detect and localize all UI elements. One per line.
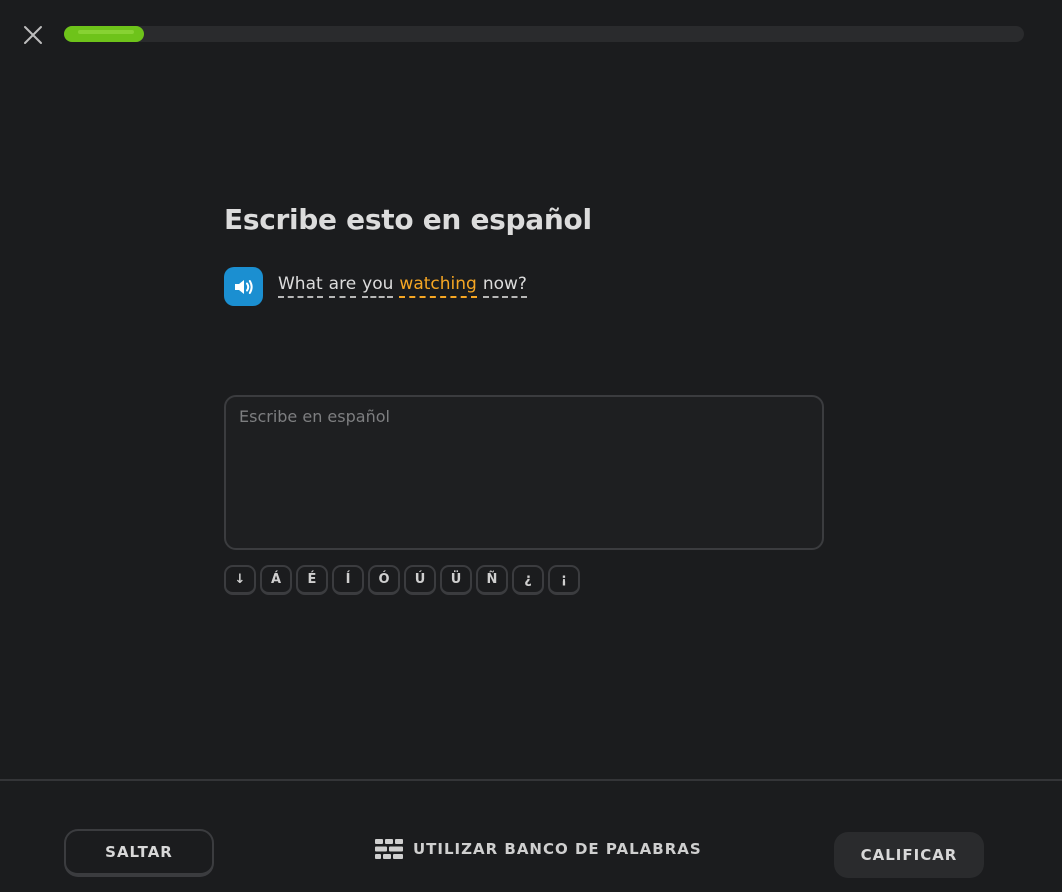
- page-title: Escribe esto en español: [224, 203, 592, 236]
- skip-button[interactable]: SALTAR: [64, 829, 214, 877]
- key-u-acute[interactable]: Ú: [404, 565, 436, 595]
- footer: SALTAR UTILIZAR BANCO DE PALABRAS CALIFI…: [0, 779, 1062, 892]
- answer-input[interactable]: [226, 397, 822, 548]
- lesson-progress-bar: [64, 26, 1024, 42]
- key-e-acute[interactable]: É: [296, 565, 328, 595]
- word-bank-label: UTILIZAR BANCO DE PALABRAS: [413, 840, 702, 858]
- key-u-umlaut[interactable]: Ü: [440, 565, 472, 595]
- close-icon: [24, 26, 42, 44]
- answer-container: [224, 395, 824, 550]
- play-audio-button[interactable]: [224, 267, 263, 306]
- special-character-keys: ↓ Á É Í Ó Ú Ü Ñ ¿ ¡: [224, 565, 580, 595]
- use-word-bank-button[interactable]: UTILIZAR BANCO DE PALABRAS: [375, 839, 702, 859]
- sentence-word-highlighted[interactable]: watching: [399, 274, 477, 298]
- key-inverted-exclamation[interactable]: ¡: [548, 565, 580, 595]
- prompt-sentence: What are you watching now?: [278, 274, 527, 298]
- sentence-word[interactable]: are: [328, 274, 357, 298]
- key-a-acute[interactable]: Á: [260, 565, 292, 595]
- key-arrow-down[interactable]: ↓: [224, 565, 256, 595]
- key-inverted-question[interactable]: ¿: [512, 565, 544, 595]
- lesson-page: Escribe esto en español What are you wat…: [0, 0, 1062, 892]
- close-button[interactable]: [20, 22, 46, 48]
- word-bank-icon: [375, 839, 403, 859]
- speaker-icon: [234, 279, 253, 294]
- check-button[interactable]: CALIFICAR: [834, 832, 984, 878]
- key-n-tilde[interactable]: Ñ: [476, 565, 508, 595]
- sentence-word[interactable]: you: [362, 274, 394, 298]
- key-o-acute[interactable]: Ó: [368, 565, 400, 595]
- sentence-word[interactable]: What: [278, 274, 323, 298]
- sentence-word[interactable]: now?: [482, 274, 527, 298]
- key-i-acute[interactable]: Í: [332, 565, 364, 595]
- progress-fill: [64, 26, 144, 42]
